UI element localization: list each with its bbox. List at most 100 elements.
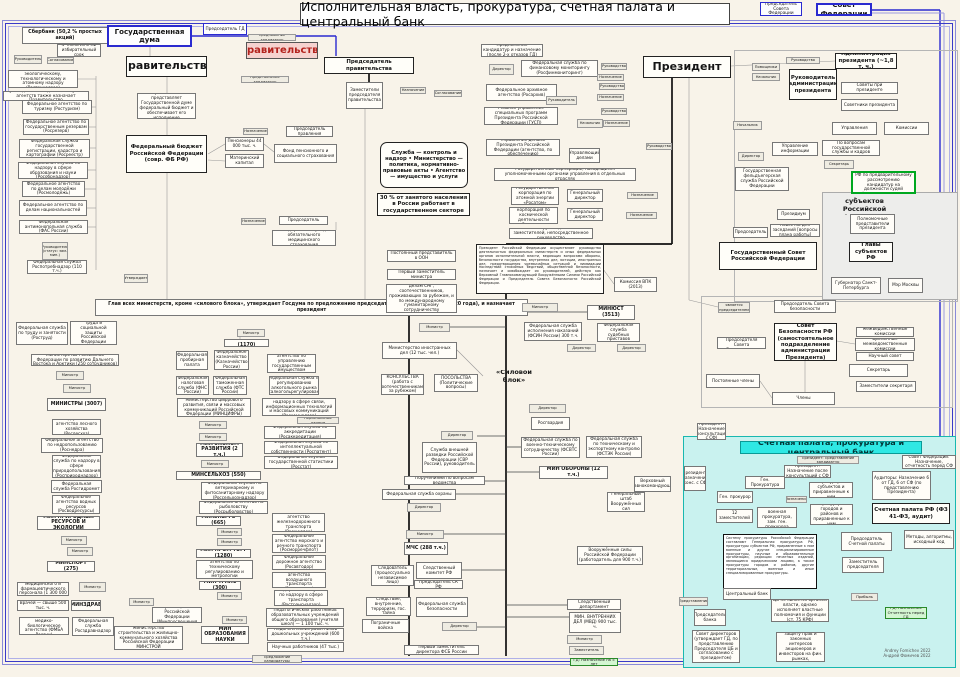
ministr-e: Министр: [79, 582, 106, 592]
mid: Министерство иностранных дел (12 тыс. че…: [382, 342, 457, 359]
predstavlenie-lbl-cb: Представление: [679, 597, 708, 606]
direktor-fso: Директор: [407, 503, 441, 512]
porucheniya-bar: Поручениями по вопросам ведомства: [404, 476, 485, 485]
sb-rf: Совет Безопасности РФ (самостоятельное п…: [774, 323, 837, 361]
gusp: Главное управление специальных программ …: [484, 107, 558, 125]
fsin: Федеральная служба исполнения наказаний …: [524, 322, 582, 341]
gen-prokuratura: Ген. Прокуратура: [745, 476, 785, 489]
rossotrudnichestvo: Федеральное агентство по делам СНГ, соот…: [386, 284, 457, 313]
goskorp-bar: Государственные корпорации, находящиеся …: [494, 168, 636, 181]
direktor-fsin: Директор: [567, 344, 596, 352]
ffoms: Федеральный фонд обязательного медицинск…: [272, 230, 336, 246]
sluzhba-def: Служба — контроль и надзор • Министерств…: [380, 142, 468, 188]
minprosvet: Министерство просвещения Российской Феде…: [152, 607, 202, 623]
perv-zam-min: Первый заместитель министра: [387, 269, 456, 280]
ministr-mvd: Министр: [567, 635, 602, 644]
naznach-ruk-bar: Назначение руководителей и их заместител…: [509, 228, 593, 239]
pedagogi-shkoly: Педагогических работников образовательны…: [266, 608, 344, 627]
rosstat: Федеральная служба государственной стати…: [264, 456, 338, 469]
fns: Федеральная налоговая служба (ФНС России…: [176, 376, 209, 395]
president: Президент: [643, 56, 731, 78]
pred-pravleniya: Председатель правления: [286, 126, 333, 137]
minstroy: Министерство строительства и жилищно-ком…: [114, 626, 183, 650]
sled-departament: Следственный департамент: [567, 599, 621, 610]
nauch-rabotniki: Научных работников (47 тыс.): [267, 642, 344, 652]
upr-inform: Управление информации: [772, 142, 818, 156]
sovety-pri-prez: Советы при президенте: [841, 82, 898, 94]
prezidium: Президиум: [777, 209, 810, 220]
zam-sekretarya: Заместители секретаря: [856, 381, 916, 392]
prez-naznach-sb: Президент: Назначение (консультации с СФ…: [697, 423, 726, 440]
rosakkreditaciya: Федеральная служба по аккредитации (Роса…: [264, 426, 336, 439]
ruk-lbl-1: Руководитель: [14, 55, 42, 64]
fadn: Федеральное агентство по делам националь…: [19, 200, 87, 216]
gubernatory: Губернатор Санкт-Петербурга: [831, 277, 881, 294]
predstavlenie-kand-lbl: Представление кандидатур: [241, 76, 289, 83]
mintrud: Министерство труда и социальной защиты Р…: [70, 321, 117, 345]
roskosmos: Государственная корпорация по космическо…: [509, 207, 558, 224]
glav-voen-prok: Главная военная прокуратура, зам. ген. п…: [757, 507, 797, 528]
rukovodstvo-l1: Руководство: [601, 63, 627, 70]
gd-naznachenie-lbl: ГД: Назначение на 5 лет: [570, 658, 618, 666]
rosrybolovstvo: Федеральное агентство по рыболовству (Ро…: [199, 501, 268, 514]
genshtab: Генеральный штаб Вооружённых сил: [607, 492, 645, 512]
prez-paragraph: Президент Российской Федерации осуществл…: [476, 244, 604, 294]
predlozhenie-kand2: Предложение кандидатуры: [252, 655, 302, 663]
ministr-f: Министр: [237, 329, 265, 337]
vrem-kom: Временные межведомственные комиссии: [855, 338, 915, 351]
mincifry: Министерство цифрового развития, связи и…: [177, 398, 251, 417]
sovetniki-prez: Советники президента: [841, 99, 898, 111]
rosleskhoz: Федеральное агентство лесного хозяйства …: [52, 419, 101, 435]
rosaviaciya: Федеральное агентство воздушного транспо…: [272, 572, 326, 588]
upravleniya: Управления: [832, 122, 877, 135]
rukovodstvo-lbl-ap: Руководство: [786, 57, 820, 64]
persdannye-lbl: Персональные данные: [297, 417, 339, 424]
sk-rf: Следственный комитет РФ: [416, 562, 462, 579]
sledstvie-tags: Следствие, внутренние, терроризм, гос. т…: [366, 597, 411, 616]
ministr-mchs: Министр: [406, 530, 444, 539]
pred-banka: Председатель банка: [694, 609, 726, 626]
direktor-fsb: Директор: [442, 622, 477, 631]
ministr-m: Министр: [129, 598, 154, 606]
sovet-direktorov: Совет директоров (утверждает ГД, по пред…: [692, 630, 740, 663]
gosduma: Государственная дума: [107, 25, 192, 47]
posolstva: ПОСОЛЬСТВА (Политические вопросы): [434, 374, 478, 392]
konsulstva: КОНСУЛЬСТВА (работа с соотечественниками…: [381, 374, 424, 395]
mchs: МЧС (288 т.ч.): [404, 542, 448, 555]
rukovodstvo-l2: Руководство: [599, 83, 625, 90]
naznachenie-gk1: Назначение: [627, 192, 658, 199]
rosrezerv: Федеральное агентство по государственным…: [23, 119, 89, 135]
rospatent: Федеральная служба по интеллектуальной с…: [264, 441, 338, 454]
rosgidromet: Федеральная служба Росгидромет: [51, 480, 102, 493]
prez-naznach-left: Президент: Назначение (конс. с СФ): [684, 466, 706, 491]
green-komissiya: Комиссия при Президенте РФ по предварите…: [851, 171, 916, 194]
zam-mvd: Заместитель: [569, 646, 604, 655]
gfs: Государственная фельдъегерская служба Ро…: [735, 167, 789, 191]
pogranvoyska: Пограничные войска: [362, 619, 409, 633]
naznachenie-foms: Назначение: [241, 218, 266, 225]
rosselkhoznadzor: Федеральная служба по ветеринарному и фи…: [201, 482, 268, 500]
minprirody: МИН ПРИРОДНЫХ РЕСУРСОВ И ЭКОЛОГИИ: [37, 516, 100, 530]
naznachenie-gk2: Назначение: [626, 212, 657, 219]
pred-sb: Председатель Совета безопасности: [774, 300, 836, 313]
nachalnik-lbl2: Начальник: [733, 121, 762, 130]
upravlyayushchiy: Управляющий делами: [569, 148, 600, 163]
sredmed: Среднего медицинского и фармацевтическог…: [17, 582, 69, 596]
ministr-k: Министр: [217, 538, 242, 546]
zam-pred-sb: Заместитель Председателя Совета Безопасн…: [717, 337, 766, 349]
mvd: МИН. ВНУТРЕННИХ ДЕЛ (МВД) 900 тыс. ч.: [569, 612, 621, 633]
rosobrnadzor: Федеральная служба по надзору в сфере об…: [18, 162, 88, 179]
pred-gd: Председатель ГД: [203, 23, 247, 35]
probirnaya: Федеральная пробирная палата: [176, 351, 208, 370]
zam-pred-schet: Заместитель председателя: [842, 557, 884, 573]
soglasovanie-lbl-b: Согласование: [434, 90, 462, 97]
predlozhenie-kand-lbl: Предложение кандидатур: [248, 34, 296, 41]
polpredy: Полномочные представители президента: [850, 214, 895, 234]
nachalnik-gusp: Начальник: [577, 119, 603, 128]
nachalnik-lbl-ap: Начальник: [752, 73, 780, 81]
rosprirodnadzor: Федеральная служба по надзору в сфере пр…: [52, 455, 101, 478]
mezhved-kom: Межведомственные комиссии: [856, 327, 914, 337]
fssp: Федеральная служба судебных приставов: [597, 323, 640, 342]
ruk-admin: Руководитель администрации президента: [789, 69, 837, 100]
prez-predst-lbl: Президент: Представление кандидатур: [797, 456, 859, 464]
